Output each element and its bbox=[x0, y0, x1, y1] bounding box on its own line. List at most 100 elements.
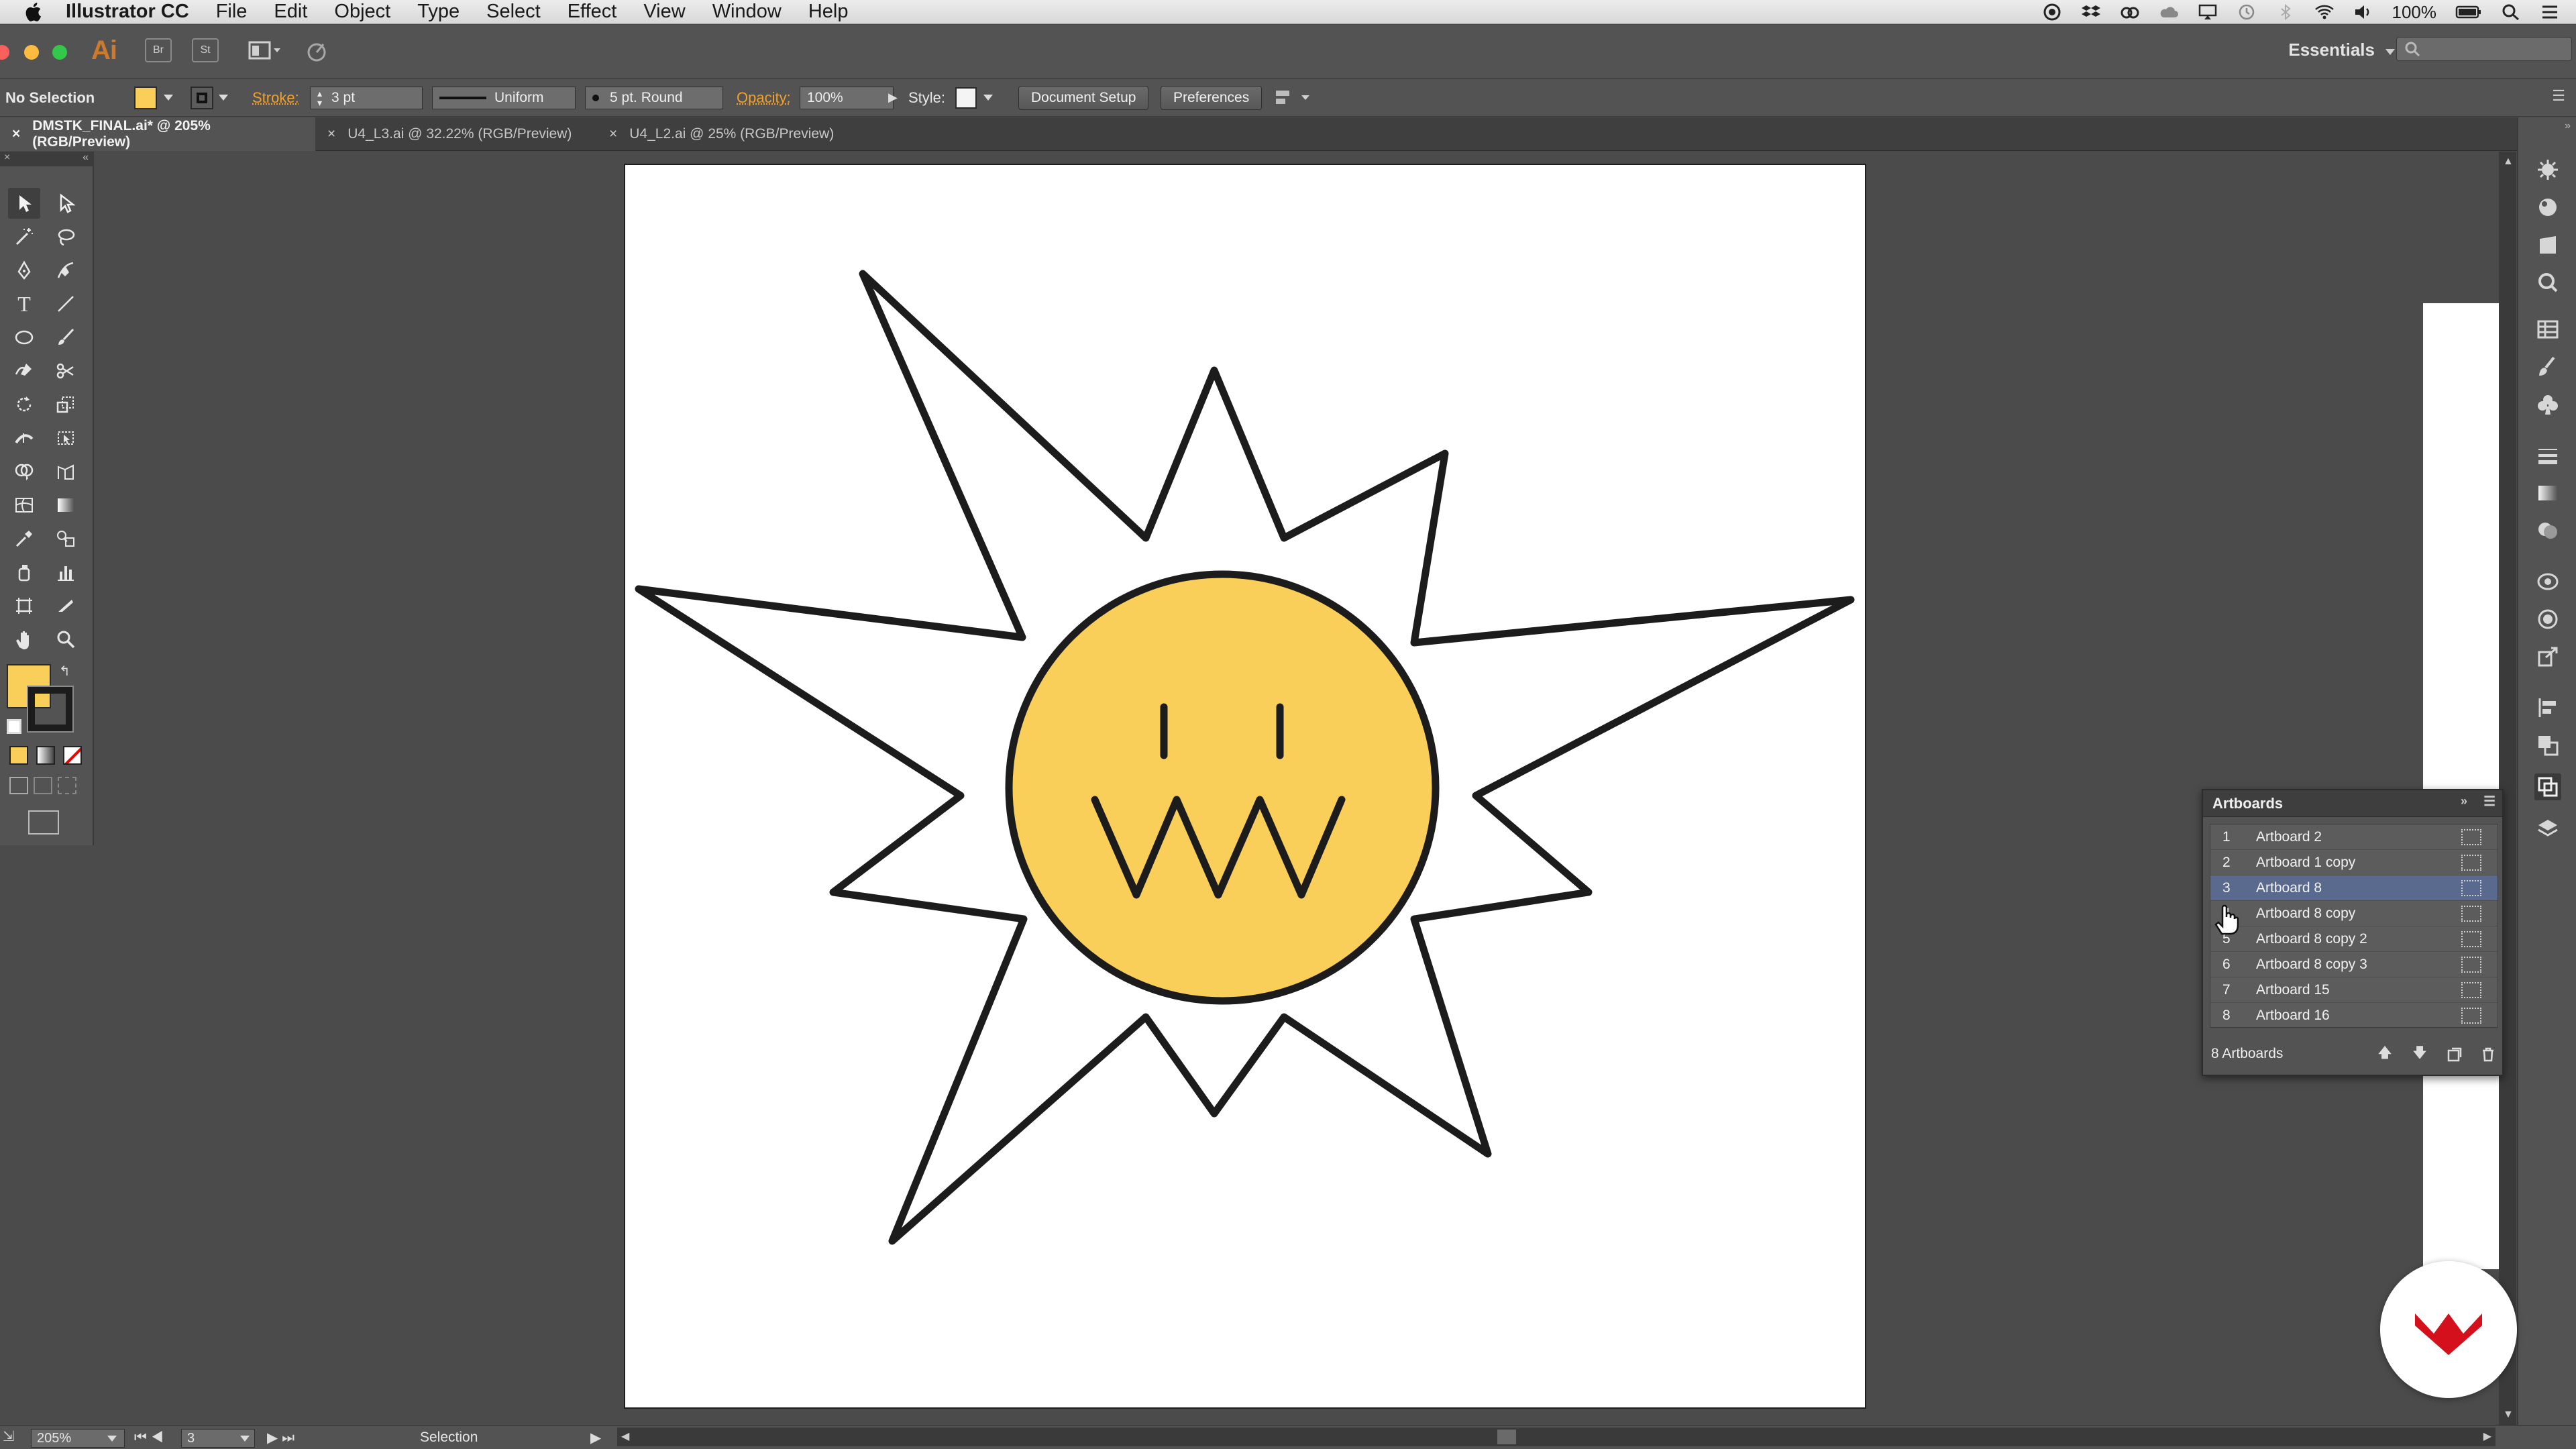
artboard-options-icon[interactable] bbox=[2461, 905, 2481, 922]
panel-menu-icon[interactable]: ☰ bbox=[2483, 793, 2496, 810]
swap-fill-stroke-icon[interactable]: ↰ bbox=[59, 663, 70, 680]
cloud-icon[interactable] bbox=[2159, 3, 2179, 21]
selection-tool[interactable] bbox=[8, 188, 40, 219]
transparency-icon[interactable] bbox=[2534, 517, 2561, 544]
stroke-weight-stepper-icon[interactable]: ▴ ▾ bbox=[317, 89, 322, 107]
gradient-mode-icon[interactable] bbox=[36, 746, 55, 765]
free-transform-tool[interactable] bbox=[50, 423, 82, 453]
brush-definition[interactable]: 5 pt. Round bbox=[585, 86, 723, 109]
artboard-tool[interactable] bbox=[8, 590, 40, 621]
wifi-icon[interactable] bbox=[2314, 3, 2334, 21]
artboard-row-2[interactable]: 2 Artboard 1 copy bbox=[2210, 850, 2498, 875]
menu-view[interactable]: View bbox=[643, 1, 685, 23]
brushes-icon[interactable] bbox=[2534, 354, 2561, 380]
artboard-name[interactable]: Artboard 8 copy bbox=[2244, 906, 2461, 922]
adjacent-artboard[interactable] bbox=[2423, 303, 2502, 1269]
delete-artboard-icon[interactable] bbox=[2478, 1045, 2498, 1064]
color-guide-icon[interactable] bbox=[2534, 156, 2561, 183]
artboard-options-icon[interactable] bbox=[2461, 930, 2481, 947]
gradient-panel-icon[interactable] bbox=[2534, 480, 2561, 506]
starburst-face-artwork[interactable] bbox=[625, 165, 1868, 1410]
vertical-scrollbar[interactable]: ▲ ▼ bbox=[2499, 152, 2516, 1425]
workspace-dropdown-icon[interactable] bbox=[2385, 49, 2395, 55]
menu-effect[interactable]: Effect bbox=[568, 1, 617, 23]
battery-percent[interactable]: 100% bbox=[2392, 2, 2437, 23]
document-setup-button[interactable]: Document Setup bbox=[1018, 85, 1149, 110]
rotate-tool[interactable] bbox=[8, 389, 40, 420]
artboard-options-icon[interactable] bbox=[2461, 956, 2481, 973]
shaper-tool[interactable] bbox=[8, 356, 40, 386]
stroke-panel-icon[interactable] bbox=[2534, 442, 2561, 469]
scissors-tool[interactable] bbox=[50, 356, 82, 386]
artboard-row-5[interactable]: 5 Artboard 8 copy 2 bbox=[2210, 926, 2498, 952]
artboard-name[interactable]: Artboard 1 copy bbox=[2244, 855, 2461, 871]
horizontal-scrollbar[interactable]: ◀ ▶ bbox=[617, 1428, 2496, 1446]
draw-normal-icon[interactable] bbox=[9, 777, 28, 794]
notification-center-icon[interactable] bbox=[2540, 3, 2560, 21]
scroll-left-icon[interactable]: ◀ bbox=[621, 1430, 629, 1443]
magic-wand-tool[interactable] bbox=[8, 221, 40, 252]
brand-badge[interactable] bbox=[2380, 1261, 2517, 1398]
artboard-row-4[interactable]: 4 Artboard 8 copy bbox=[2210, 901, 2498, 926]
screen-mode-button[interactable] bbox=[28, 810, 59, 835]
libraries-icon[interactable] bbox=[2534, 316, 2561, 343]
paintbrush-tool[interactable] bbox=[50, 322, 82, 353]
move-down-icon[interactable]: 🡇 bbox=[2410, 1045, 2430, 1064]
stroke-weight-field[interactable]: ▴ ▾ 3 pt bbox=[310, 86, 423, 109]
status-share-icon[interactable]: ⇲ bbox=[3, 1428, 15, 1445]
scroll-up-icon[interactable]: ▲ bbox=[2503, 156, 2514, 168]
appearance-icon[interactable] bbox=[2534, 568, 2561, 595]
artboard-row-8[interactable]: 8 Artboard 16 bbox=[2210, 1003, 2498, 1028]
align-panel-icon[interactable] bbox=[2534, 694, 2561, 721]
width-tool[interactable] bbox=[8, 423, 40, 453]
scale-tool[interactable] bbox=[50, 389, 82, 420]
perspective-grid-tool[interactable] bbox=[50, 456, 82, 487]
opacity-field[interactable]: 100% bbox=[800, 86, 894, 109]
tools-panel-header[interactable]: × « bbox=[0, 152, 93, 166]
artboard-row-1[interactable]: 1 Artboard 2 bbox=[2210, 824, 2498, 850]
stroke-swatch[interactable] bbox=[191, 86, 213, 109]
none-mode-icon[interactable] bbox=[63, 746, 82, 765]
gradient-tool[interactable] bbox=[50, 490, 82, 521]
color-panel-icon[interactable] bbox=[2534, 194, 2561, 221]
horizontal-scroll-thumb[interactable] bbox=[1497, 1430, 1516, 1444]
app-name-menu[interactable]: Illustrator CC bbox=[66, 1, 189, 23]
scroll-down-icon[interactable]: ▼ bbox=[2503, 1409, 2514, 1421]
artboard-name[interactable]: Artboard 2 bbox=[2244, 829, 2461, 845]
eyedropper-tool[interactable] bbox=[8, 523, 40, 554]
artboard-canvas[interactable] bbox=[624, 164, 1866, 1409]
symbols-club-icon[interactable] bbox=[2534, 391, 2561, 418]
artboard-options-icon[interactable] bbox=[2461, 1007, 2481, 1024]
artboard-name[interactable]: Artboard 8 copy 3 bbox=[2244, 957, 2461, 973]
curvature-tool[interactable] bbox=[50, 255, 82, 286]
hand-tool[interactable] bbox=[8, 624, 40, 655]
zoom-dropdown-icon[interactable] bbox=[107, 1436, 117, 1442]
stock-button[interactable]: St bbox=[192, 38, 219, 62]
menu-window[interactable]: Window bbox=[712, 1, 782, 23]
panel-collapse-icon[interactable]: » bbox=[2461, 794, 2467, 808]
artboard-name[interactable]: Artboard 15 bbox=[2244, 982, 2461, 998]
artboard-name[interactable]: Artboard 8 bbox=[2244, 880, 2461, 896]
move-up-icon[interactable]: 🡅 bbox=[2375, 1045, 2395, 1064]
blend-tool[interactable] bbox=[50, 523, 82, 554]
menu-type[interactable]: Type bbox=[417, 1, 460, 23]
artboard-name[interactable]: Artboard 8 copy 2 bbox=[2244, 931, 2461, 947]
tab-u4-l3[interactable]: × U4_L3.ai @ 32.22% (RGB/Preview) bbox=[315, 117, 597, 151]
volume-icon[interactable] bbox=[2353, 3, 2373, 21]
artboard-options-icon[interactable] bbox=[2461, 879, 2481, 896]
slice-tool[interactable] bbox=[50, 590, 82, 621]
stroke-dropdown-icon[interactable] bbox=[219, 95, 228, 101]
graphic-style-swatch[interactable] bbox=[955, 87, 977, 109]
bridge-button[interactable]: Br bbox=[145, 38, 172, 62]
lasso-tool[interactable] bbox=[50, 221, 82, 252]
column-graph-tool[interactable] bbox=[50, 557, 82, 588]
draw-inside-icon[interactable] bbox=[58, 777, 76, 794]
pathfinder-icon[interactable] bbox=[2534, 732, 2561, 759]
draw-behind-icon[interactable] bbox=[34, 777, 52, 794]
zoom-tool[interactable] bbox=[50, 624, 82, 655]
search-help-input[interactable] bbox=[2396, 37, 2572, 61]
artboard-name[interactable]: Artboard 16 bbox=[2244, 1008, 2461, 1024]
style-dropdown-icon[interactable] bbox=[983, 95, 993, 101]
bluetooth-icon[interactable] bbox=[2275, 3, 2296, 21]
first-prev-artboard-buttons[interactable]: ⏮◀ bbox=[134, 1430, 168, 1446]
